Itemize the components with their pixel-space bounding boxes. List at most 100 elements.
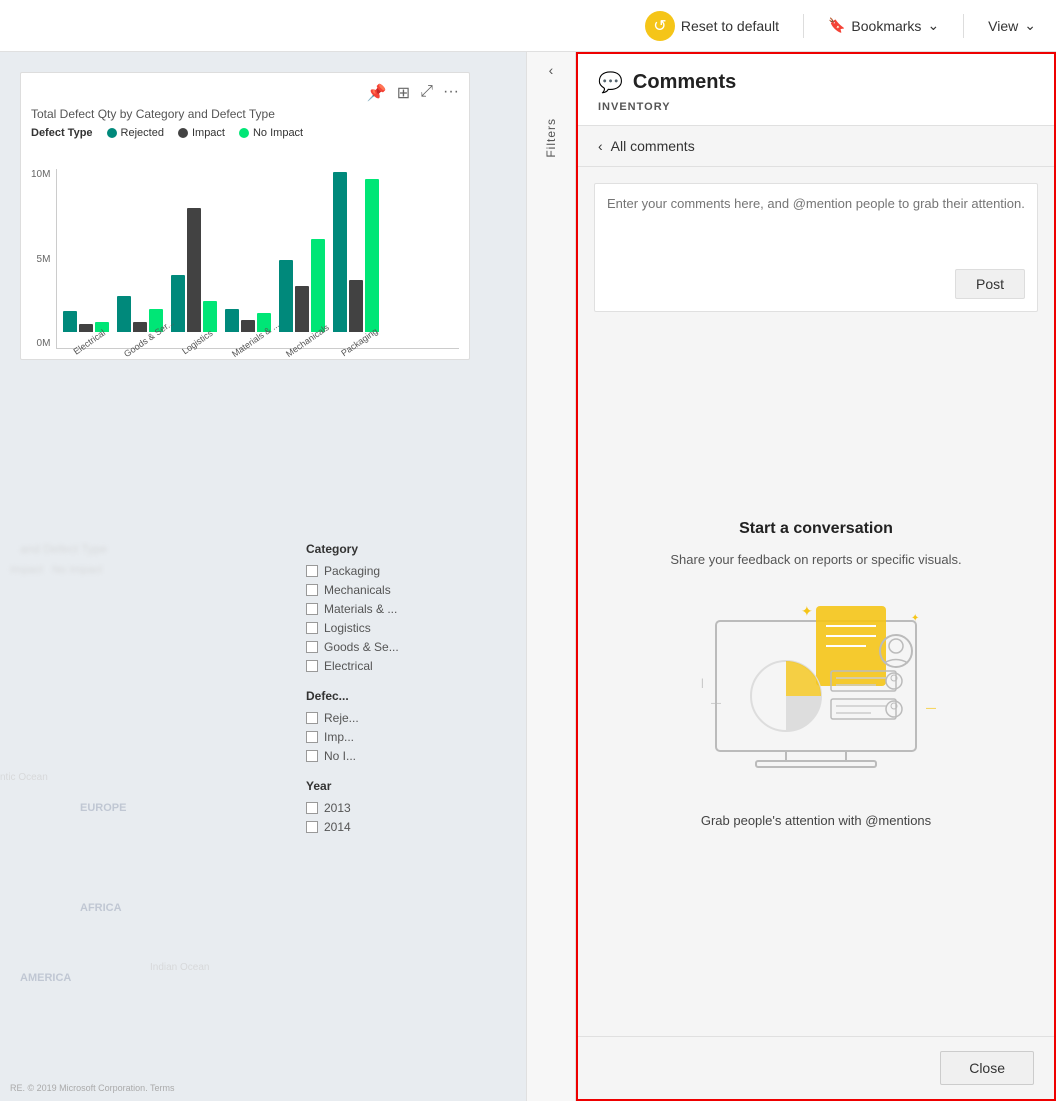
- category-filter-title: Category: [306, 542, 466, 556]
- legend-item-impact: Impact: [178, 127, 225, 139]
- bookmark-icon: 🔖: [828, 17, 845, 34]
- pin-icon[interactable]: 📌: [367, 83, 387, 103]
- view-label: View: [988, 18, 1018, 34]
- bar-group-2: Logistics: [171, 208, 217, 348]
- divider2: [963, 14, 964, 38]
- conversation-title: Start a conversation: [739, 520, 893, 538]
- noimpact-checkbox[interactable]: [306, 750, 318, 762]
- year-filter-title: Year: [306, 779, 466, 793]
- logistics-filter-label: Logistics: [324, 621, 371, 635]
- impact-label: Impact: [192, 127, 225, 139]
- noimpact-dot: [239, 128, 249, 138]
- defect-filter-title: Defec...: [306, 689, 466, 703]
- bar-3-0[interactable]: [225, 309, 239, 332]
- mechanicals-filter-label: Mechanicals: [324, 583, 391, 597]
- comment-textarea[interactable]: [607, 196, 1025, 256]
- 2014-checkbox[interactable]: [306, 821, 318, 833]
- comments-footer: Close: [578, 1036, 1054, 1099]
- expand-icon[interactable]: ⤢: [420, 83, 433, 103]
- reset-to-default-button[interactable]: ↺ Reset to default: [645, 11, 779, 41]
- bars-container: ElectricalGoods & Ser...LogisticsMateria…: [56, 169, 459, 349]
- bar-0-0[interactable]: [63, 311, 77, 332]
- collapse-icon[interactable]: ‹: [549, 62, 554, 78]
- 2014-label: 2014: [324, 820, 351, 834]
- y-label-10m: 10M: [31, 169, 50, 180]
- left-panel: 📌 ⊞ ⤢ ··· Total Defect Qty by Category a…: [0, 52, 526, 1101]
- electrical-filter-label: Electrical: [324, 659, 373, 673]
- bar-5-0[interactable]: [333, 172, 347, 332]
- bar-group-5: Packaging: [333, 172, 379, 348]
- grab-attention-text: Grab people's attention with @mentions: [701, 813, 931, 828]
- bookmarks-label: Bookmarks: [851, 18, 921, 34]
- comments-title-row: 💬 Comments: [598, 70, 1034, 95]
- rejected-dot: [107, 128, 117, 138]
- legend-type-label: Defect Type: [31, 127, 93, 139]
- bar-1-1[interactable]: [133, 322, 147, 332]
- bar-1-0[interactable]: [117, 296, 131, 332]
- all-comments-nav[interactable]: ‹ All comments: [578, 126, 1054, 167]
- filters-label[interactable]: Filters: [544, 118, 558, 158]
- conversation-subtitle: Share your feedback on reports or specif…: [670, 550, 961, 570]
- filter-icon[interactable]: ⊞: [397, 83, 410, 103]
- logistics-checkbox[interactable]: [306, 622, 318, 634]
- filter-2013: 2013: [306, 801, 466, 815]
- bar-5-2[interactable]: [365, 179, 379, 332]
- chart-card: 📌 ⊞ ⤢ ··· Total Defect Qty by Category a…: [20, 72, 470, 360]
- bar-4-1[interactable]: [295, 286, 309, 332]
- bar-group-0: Electrical: [63, 311, 109, 348]
- bar-4-2[interactable]: [311, 239, 325, 332]
- mechanicals-checkbox[interactable]: [306, 584, 318, 596]
- comments-icon: 💬: [598, 70, 623, 95]
- materials-filter-label: Materials & ...: [324, 602, 397, 616]
- electrical-checkbox[interactable]: [306, 660, 318, 672]
- filter-electrical: Electrical: [306, 659, 466, 673]
- view-chevron-icon: ⌄: [1024, 17, 1036, 34]
- europe-label: EUROPE: [80, 802, 126, 814]
- bar-3-1[interactable]: [241, 320, 255, 332]
- bar-0-1[interactable]: [79, 324, 93, 332]
- close-button[interactable]: Close: [940, 1051, 1034, 1085]
- rejected-checkbox[interactable]: [306, 712, 318, 724]
- impact-filter-label: Imp...: [324, 730, 354, 744]
- view-button[interactable]: View ⌄: [988, 17, 1036, 34]
- reset-icon: ↺: [645, 11, 675, 41]
- svg-text:—: —: [926, 703, 936, 714]
- bar-5-1[interactable]: [349, 280, 363, 332]
- america-label: AMERICA: [20, 972, 71, 984]
- comments-body: Post Start a conversation Share your fee…: [578, 167, 1054, 1036]
- impact-checkbox[interactable]: [306, 731, 318, 743]
- 2013-checkbox[interactable]: [306, 802, 318, 814]
- filter-packaging: Packaging: [306, 564, 466, 578]
- more-options-icon[interactable]: ···: [443, 83, 459, 103]
- noimpact-label: No Impact: [253, 127, 303, 139]
- conversation-illustration: ✦ ✦ — — |: [656, 591, 976, 791]
- goods-checkbox[interactable]: [306, 641, 318, 653]
- divider1: [803, 14, 804, 38]
- packaging-checkbox[interactable]: [306, 565, 318, 577]
- ocean1-label: ntic Ocean: [0, 772, 48, 783]
- ocean2-label: Indian Ocean: [150, 962, 210, 973]
- comments-title: Comments: [633, 71, 736, 94]
- filter-noimpact: No I...: [306, 749, 466, 763]
- post-button[interactable]: Post: [955, 269, 1025, 299]
- bar-4-0[interactable]: [279, 260, 293, 332]
- africa-label: AFRICA: [80, 902, 122, 914]
- bars-5: [333, 172, 379, 332]
- bars-4: [279, 239, 325, 332]
- bookmarks-button[interactable]: 🔖 Bookmarks ⌄: [828, 17, 939, 34]
- svg-text:|: |: [701, 678, 704, 689]
- y-axis: 10M 5M 0M: [31, 169, 56, 349]
- packaging-filter-label: Packaging: [324, 564, 380, 578]
- filter-2014: 2014: [306, 820, 466, 834]
- filter-panel: Category Packaging Mechanicals Materials…: [306, 542, 466, 839]
- materials-checkbox[interactable]: [306, 603, 318, 615]
- bg-legend-hint: Impact No Impact: [10, 564, 102, 576]
- bar-2-1[interactable]: [187, 208, 201, 332]
- bookmarks-chevron-icon: ⌄: [927, 17, 939, 34]
- rejected-label: Rejected: [121, 127, 164, 139]
- comments-header: 💬 Comments INVENTORY: [578, 54, 1054, 126]
- map-background: EUROPE AFRICA AMERICA ntic Ocean Indian …: [0, 532, 310, 1061]
- bar-group-4: Mechanicals: [279, 239, 325, 348]
- bars-2: [171, 208, 217, 332]
- post-row: Post: [607, 269, 1025, 299]
